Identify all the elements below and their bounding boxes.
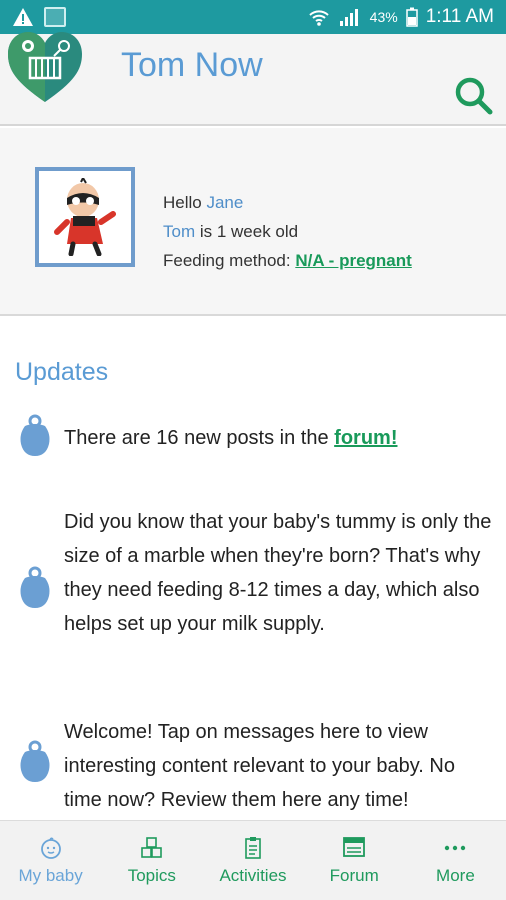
avatar[interactable] (35, 167, 135, 267)
nav-label: My baby (18, 865, 83, 885)
battery-icon (405, 7, 418, 27)
status-bar: 43% 1:11 AM (0, 0, 506, 34)
update-text: There are 16 new posts in the forum! (64, 421, 494, 455)
nav-forum[interactable]: Forum (304, 821, 405, 900)
nav-more[interactable]: More (405, 821, 506, 900)
update-message: Did you know that your baby's tummy is o… (64, 511, 492, 635)
bottom-nav: My baby Topics Activities Forum More (0, 820, 506, 900)
feeding-line: Feeding method: N/A - pregnant (163, 246, 412, 275)
nav-my-baby[interactable]: My baby (0, 821, 101, 900)
baby-face-icon (40, 836, 61, 859)
bib-icon (20, 566, 50, 608)
profile-info: Hello Jane Tom is 1 week old Feeding met… (163, 188, 412, 275)
nav-label: Activities (219, 865, 287, 885)
forum-link[interactable]: forum! (334, 427, 397, 449)
warning-icon (13, 8, 33, 26)
gallery-icon (44, 7, 66, 27)
feeding-label: Feeding method: (163, 251, 296, 270)
baby-age: is 1 week old (195, 222, 299, 241)
app-logo-icon[interactable] (6, 30, 84, 106)
greeting-prefix: Hello (163, 193, 207, 212)
wifi-icon (308, 10, 329, 26)
more-dots-icon (445, 845, 466, 850)
clock: 1:11 AM (425, 6, 494, 27)
bib-icon (20, 414, 50, 456)
baby-age-line: Tom is 1 week old (163, 217, 412, 246)
blocks-icon (140, 836, 162, 858)
forum-icon (343, 836, 366, 857)
search-icon[interactable] (452, 74, 496, 118)
update-message: There are 16 new posts in the (64, 427, 335, 449)
battery-percent: 43% (369, 9, 398, 25)
baby-name: Tom (163, 222, 196, 241)
greeting-line: Hello Jane (163, 188, 412, 217)
feeding-method-link[interactable]: N/A - pregnant (295, 251, 411, 270)
nav-activities[interactable]: Activities (202, 821, 303, 900)
user-name: Jane (206, 193, 244, 212)
bib-icon (20, 740, 50, 782)
signal-icon (339, 9, 358, 26)
nav-topics[interactable]: Topics (101, 821, 202, 900)
profile-card: Hello Jane Tom is 1 week old Feeding met… (0, 128, 506, 316)
nav-label: Forum (329, 865, 379, 885)
baby-avatar-icon (54, 178, 116, 256)
clipboard-icon (245, 836, 261, 859)
nav-label: More (436, 865, 475, 885)
nav-label: Topics (127, 865, 176, 885)
update-message: Welcome! Tap on messages here to view in… (64, 721, 455, 811)
page-title: Tom Now (121, 46, 263, 84)
updates-heading: Updates (15, 358, 109, 386)
